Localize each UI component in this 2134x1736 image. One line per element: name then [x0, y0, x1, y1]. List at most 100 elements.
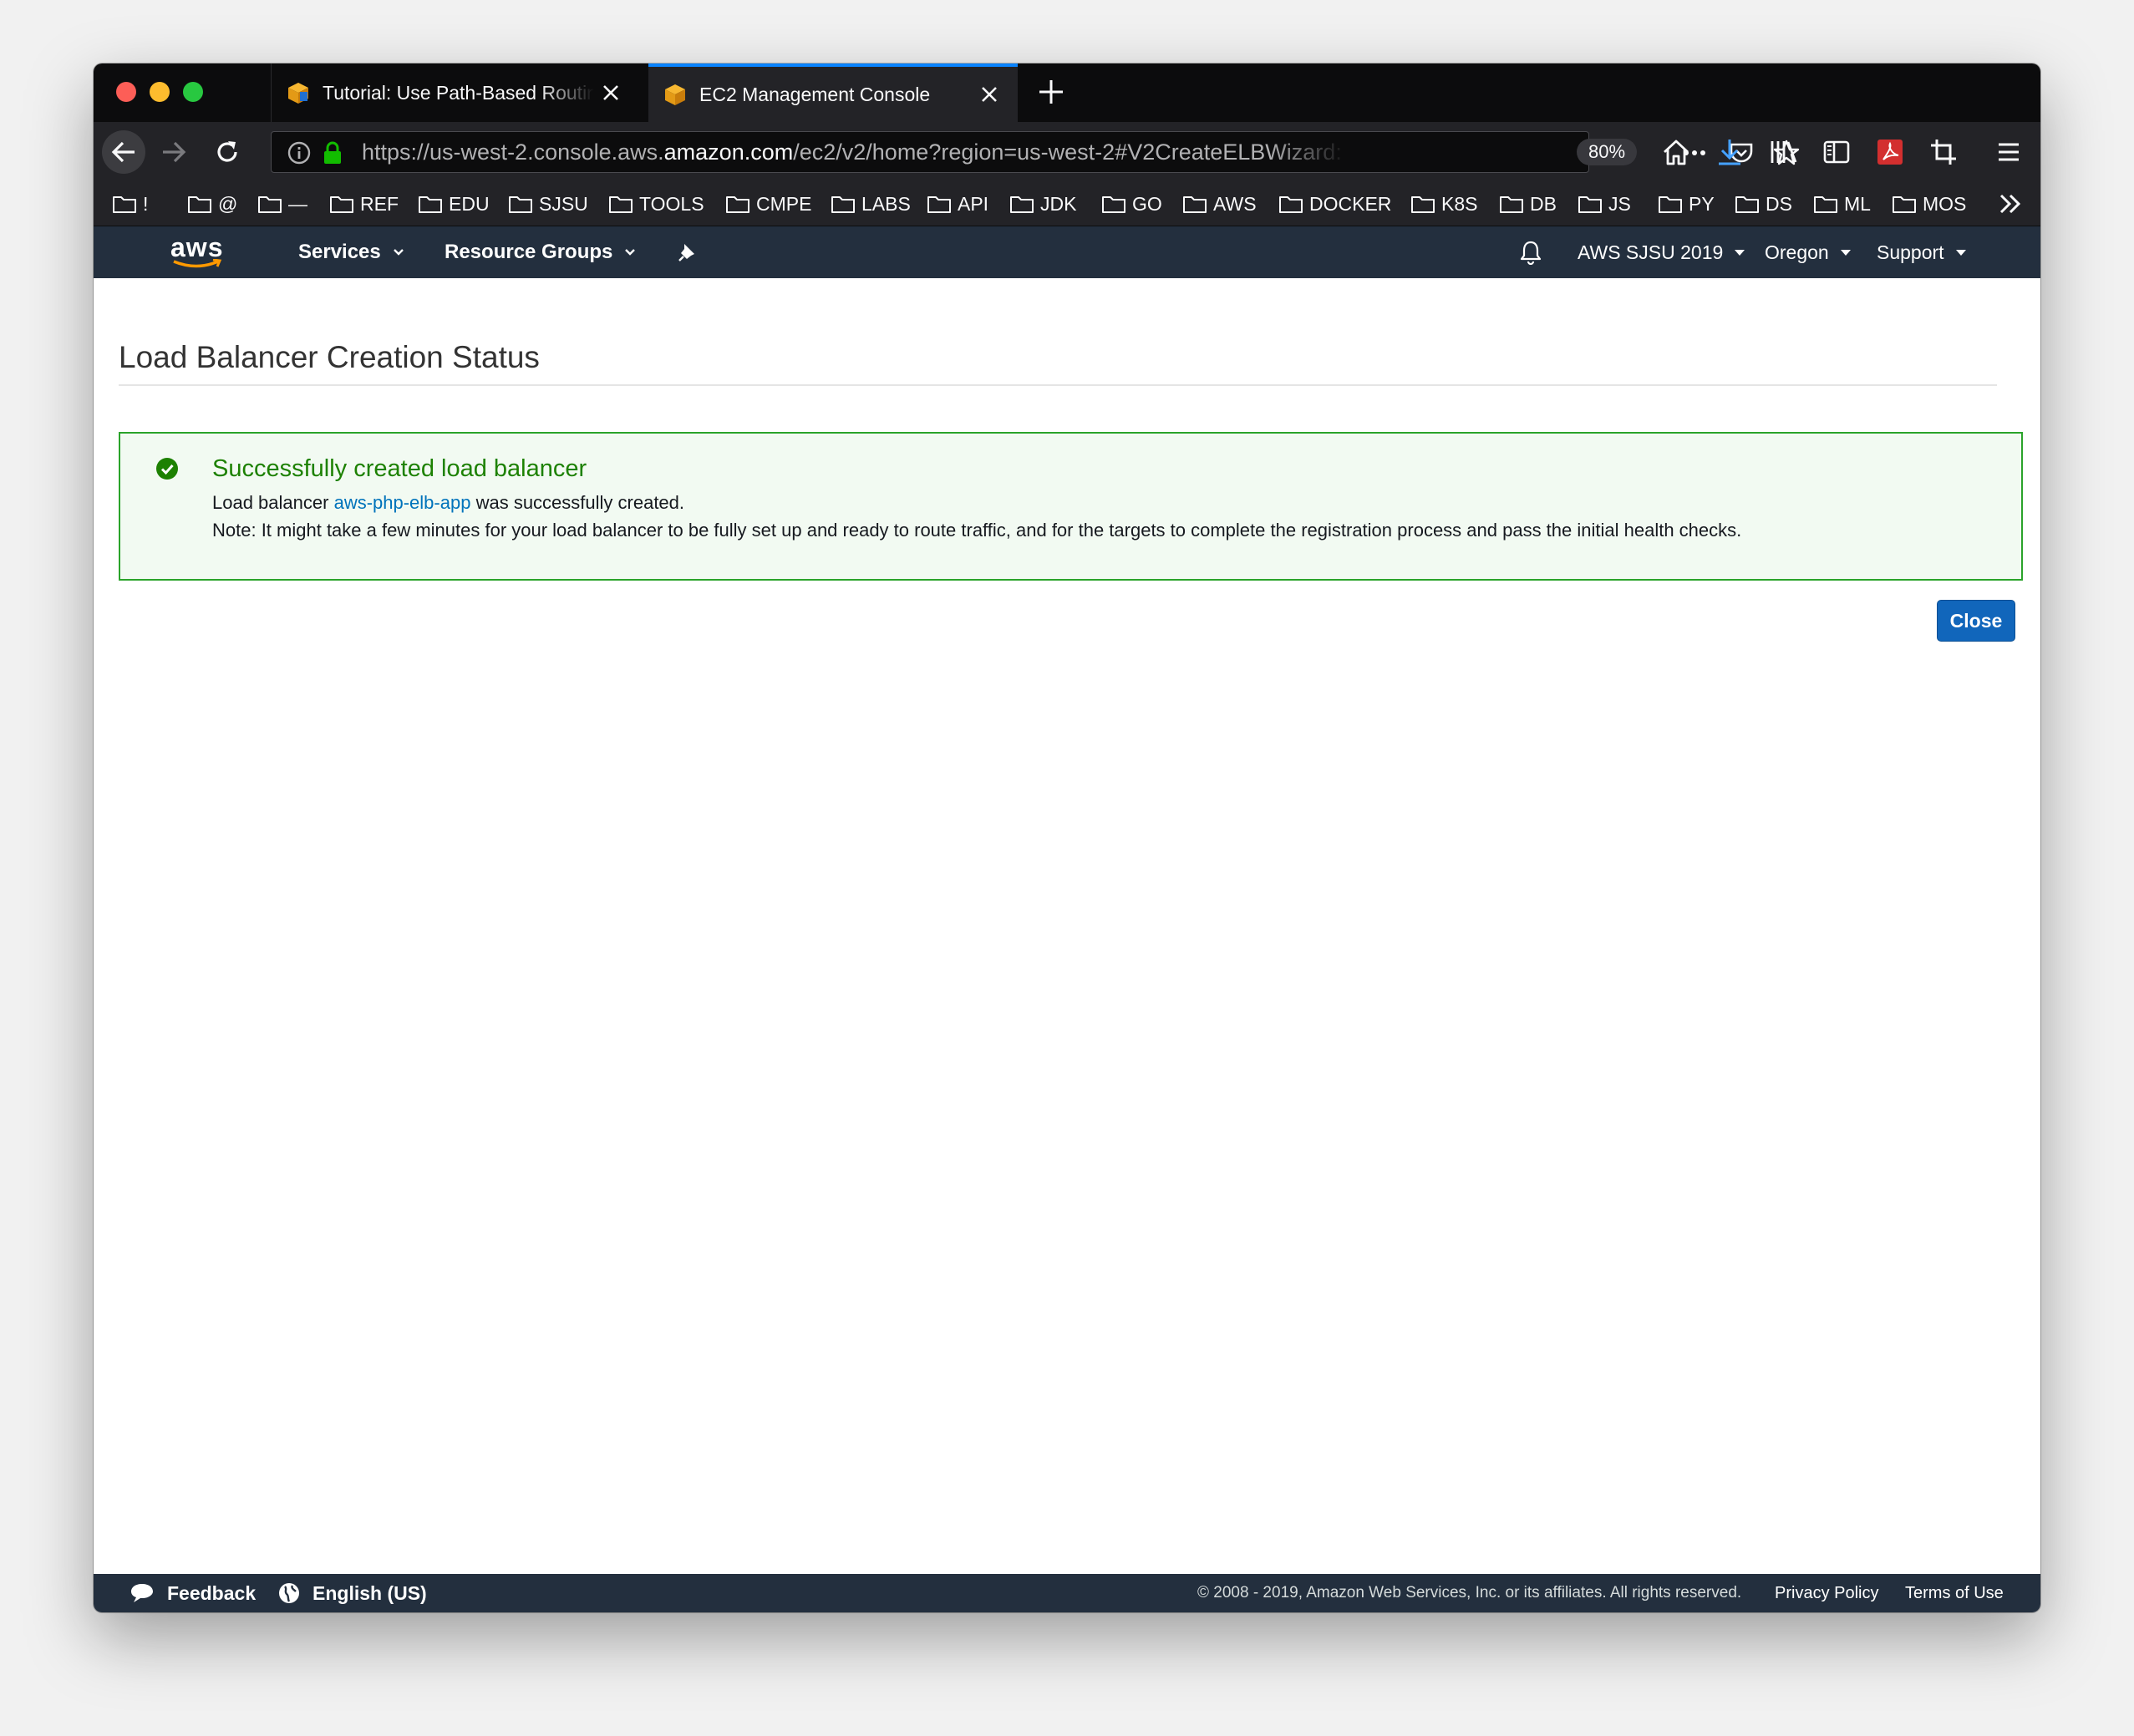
bell-icon [1520, 241, 1542, 265]
folder-icon [726, 196, 749, 213]
bookmark-label: PY [1689, 192, 1715, 215]
bookmark-item[interactable]: DOCKER [1278, 182, 1391, 226]
reload-button[interactable] [207, 132, 247, 172]
load-balancer-name-link[interactable]: aws-php-elb-app [334, 492, 471, 513]
region-menu[interactable]: Oregon [1765, 226, 1851, 278]
title-divider [119, 384, 1997, 386]
terms-of-use-link[interactable]: Terms of Use [1905, 1574, 2004, 1612]
back-button[interactable] [102, 130, 145, 174]
bookmark-label: SJSU [539, 192, 588, 215]
library-icon[interactable] [1768, 137, 1798, 167]
aws-logo-text: aws [170, 232, 224, 262]
tab-title: EC2 Management Console [699, 83, 931, 105]
folder-icon [1102, 196, 1125, 213]
window-minimize-control[interactable] [150, 82, 170, 102]
bookmark-item[interactable]: K8S [1410, 182, 1477, 226]
notifications-button[interactable] [1519, 226, 1542, 278]
bookmark-label: K8S [1441, 192, 1478, 215]
url-bar[interactable]: https://us-west-2.console.aws.amazon.com… [271, 131, 1800, 173]
new-tab-plus-icon[interactable] [1036, 77, 1066, 107]
aws-box-favicon-icon [665, 84, 685, 105]
language-label: English (US) [312, 1581, 427, 1604]
folder-icon [609, 196, 633, 213]
info-icon[interactable] [285, 139, 313, 167]
screenshot-crop-icon[interactable] [1928, 137, 1959, 167]
bookmark-item[interactable]: TOOLS [608, 182, 704, 226]
close-tab-icon[interactable] [979, 84, 999, 104]
bookmark-label: DOCKER [1309, 192, 1392, 215]
window-zoom-control[interactable] [183, 82, 203, 102]
resource-groups-menu[interactable]: Resource Groups [445, 226, 636, 278]
chevron-down-icon [625, 249, 636, 256]
account-menu[interactable]: AWS SJSU 2019 [1578, 226, 1745, 278]
tab-ec2-console[interactable]: EC2 Management Console [648, 63, 1018, 122]
pin-button[interactable] [677, 226, 699, 278]
window-close-control[interactable] [116, 82, 136, 102]
account-label: AWS SJSU 2019 [1578, 241, 1724, 263]
privacy-policy-link[interactable]: Privacy Policy [1775, 1574, 1878, 1612]
close-button[interactable]: Close [1937, 600, 2015, 642]
copyright-text: © 2008 - 2019, Amazon Web Services, Inc.… [1197, 1584, 1742, 1601]
support-menu[interactable]: Support [1877, 226, 1966, 278]
arrow-right-icon [163, 141, 186, 163]
folder-icon [1893, 196, 1916, 213]
folder-icon [188, 196, 211, 213]
feedback-label: Feedback [167, 1581, 257, 1604]
bookmark-item[interactable]: API [927, 182, 988, 226]
feedback-button[interactable]: Feedback [129, 1574, 256, 1612]
folder-icon [509, 196, 532, 213]
bookmark-item[interactable]: REF [329, 182, 399, 226]
bookmark-item[interactable]: JDK [1009, 182, 1076, 226]
success-alert: Successfully created load balancer Load … [119, 432, 2023, 581]
alert-message-prefix: Load balancer [212, 492, 329, 513]
bookmark-item[interactable]: DB [1499, 182, 1557, 226]
bookmark-item[interactable]: PY [1658, 182, 1715, 226]
aws-console-header: aws Services Resource Groups AWS SJSU 20… [94, 226, 2040, 278]
bookmark-item[interactable]: @ [187, 182, 237, 226]
download-icon[interactable] [1715, 137, 1745, 167]
bookmark-label: ML [1844, 192, 1871, 215]
bookmark-item[interactable]: MOS [1892, 182, 1966, 226]
tab-title: Tutorial: Use Path-Based Routing with Yo… [323, 81, 594, 104]
forward-button[interactable] [154, 132, 194, 172]
lock-icon[interactable] [318, 139, 347, 167]
home-icon[interactable] [1661, 137, 1691, 167]
globe-icon [279, 1583, 299, 1603]
bookmark-item[interactable]: LABS [831, 182, 911, 226]
tab-strip: Tutorial: Use Path-Based Routing with Yo… [94, 63, 2040, 122]
aws-logo[interactable]: aws [170, 226, 223, 278]
bookmark-label: REF [360, 192, 399, 215]
bookmark-label: DS [1766, 192, 1792, 215]
chevron-down-icon [393, 249, 404, 256]
tab-tutorial[interactable]: Tutorial: Use Path-Based Routing with Yo… [271, 63, 639, 122]
bookmark-item[interactable]: ! [112, 182, 148, 226]
success-check-icon [156, 458, 178, 480]
console-footer: Feedback English (US) © 2008 - 2019, Ama… [94, 1574, 2040, 1612]
language-selector[interactable]: English (US) [277, 1574, 427, 1612]
folder-icon [113, 196, 136, 213]
bookmark-item[interactable]: GO [1101, 182, 1162, 226]
alert-heading: Successfully created load balancer [212, 455, 587, 482]
services-menu[interactable]: Services [298, 226, 404, 278]
bookmark-item[interactable]: JS [1578, 182, 1631, 226]
folder-icon [1659, 196, 1682, 213]
bookmark-item[interactable]: SJSU [508, 182, 588, 226]
close-tab-icon[interactable] [601, 83, 621, 103]
bookmark-item[interactable]: AWS [1182, 182, 1257, 226]
chevron-double-right-icon[interactable] [1995, 189, 2025, 219]
bookmark-item[interactable]: DS [1735, 182, 1792, 226]
folder-icon [1500, 196, 1523, 213]
folder-icon [258, 196, 282, 213]
bookmarks-toolbar: ! @ — REF EDU SJSU TOOLS CMPE LABS API JDK GO AWS DOC… [94, 182, 2040, 226]
bookmark-item[interactable]: EDU [418, 182, 490, 226]
bookmark-item[interactable]: CMPE [725, 182, 811, 226]
bookmark-item[interactable]: — [257, 182, 307, 226]
hamburger-menu-icon[interactable] [1994, 137, 2024, 167]
bookmark-item[interactable]: ML [1813, 182, 1871, 226]
folder-icon [831, 196, 855, 213]
sidebar-icon[interactable] [1822, 137, 1852, 167]
zoom-indicator[interactable]: 80% [1577, 139, 1638, 165]
pdf-extension-icon[interactable] [1875, 137, 1905, 167]
url-text[interactable]: https://us-west-2.console.aws.amazon.com… [362, 132, 1348, 172]
speech-bubble-icon [131, 1584, 153, 1602]
